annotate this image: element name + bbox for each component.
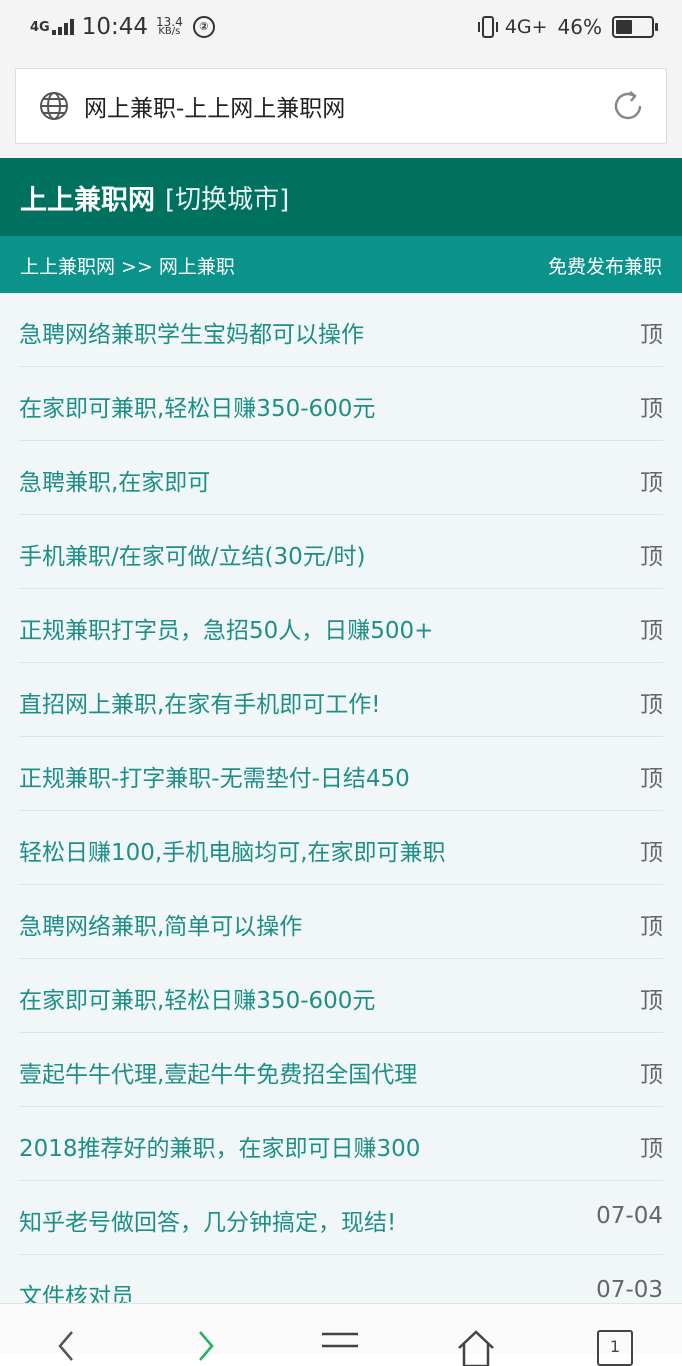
battery-percent: 46%	[557, 15, 602, 39]
job-title[interactable]: 在家即可兼职,轻松日赚350-600元	[19, 981, 375, 1015]
notification-badge-icon: ②	[192, 16, 215, 38]
job-tag: 顶	[640, 470, 663, 496]
job-list-item[interactable]: 急聘兼职,在家即可 顶	[19, 441, 663, 515]
job-list-item[interactable]: 壹起牛牛代理,壹起牛牛免费招全国代理 顶	[19, 1033, 663, 1107]
job-title[interactable]: 轻松日赚100,手机电脑均可,在家即可兼职	[19, 833, 446, 867]
reload-icon[interactable]	[610, 88, 646, 124]
job-tag: 顶	[640, 914, 663, 940]
job-list-item[interactable]: 轻松日赚100,手机电脑均可,在家即可兼职 顶	[19, 811, 663, 885]
job-title[interactable]: 文件核对员	[19, 1277, 134, 1303]
job-title[interactable]: 手机兼职/在家可做/立结(30元/时)	[19, 537, 365, 571]
job-tag: 顶	[640, 1062, 663, 1088]
job-tag: 顶	[640, 544, 663, 570]
globe-icon	[40, 92, 68, 120]
job-title[interactable]: 直招网上兼职,在家有手机即可工作!	[19, 685, 381, 719]
status-left: 4G 10:44 13.4 KB/s ②	[30, 10, 215, 44]
job-tag: 顶	[640, 692, 663, 718]
network-type-left: 4G	[30, 19, 50, 35]
bottom-nav: 1	[0, 1303, 682, 1366]
status-bar: 4G 10:44 13.4 KB/s ② 4G+ 46%	[0, 0, 682, 58]
job-title[interactable]: 急聘网络兼职学生宝妈都可以操作	[19, 315, 364, 349]
job-list-item[interactable]: 2018推荐好的兼职，在家即可日赚300 顶	[19, 1107, 663, 1181]
job-tag: 顶	[640, 766, 663, 792]
job-list-item[interactable]: 急聘网络兼职,简单可以操作 顶	[19, 885, 663, 959]
job-list-item[interactable]: 正规兼职-打字兼职-无需垫付-日结450 顶	[19, 737, 663, 811]
job-tag: 顶	[640, 396, 663, 422]
job-list-item[interactable]: 手机兼职/在家可做/立结(30元/时) 顶	[19, 515, 663, 589]
job-title[interactable]: 急聘兼职,在家即可	[19, 463, 210, 497]
breadcrumb[interactable]: 上上兼职网 >> 网上兼职	[20, 252, 235, 279]
job-title[interactable]: 正规兼职打字员，急招50人，日赚500+	[19, 611, 433, 645]
status-right: 4G+ 46%	[477, 10, 658, 44]
job-list-item[interactable]: 直招网上兼职,在家有手机即可工作! 顶	[19, 663, 663, 737]
job-tag: 07-03	[596, 1277, 663, 1303]
job-title[interactable]: 急聘网络兼职,简单可以操作	[19, 907, 302, 941]
job-list-item[interactable]: 急聘网络兼职学生宝妈都可以操作 顶	[19, 293, 663, 367]
network-type-right: 4G+	[504, 16, 548, 38]
battery-level	[616, 20, 632, 34]
job-list: 急聘网络兼职学生宝妈都可以操作顶在家即可兼职,轻松日赚350-600元顶急聘兼职…	[0, 293, 682, 1303]
network-speed: 13.4 KB/s	[156, 16, 183, 37]
speed-unit: KB/s	[158, 26, 181, 37]
home-icon[interactable]	[456, 1326, 496, 1366]
address-bar[interactable]: 网上兼职-上上网上兼职网	[15, 68, 667, 144]
job-title[interactable]: 壹起牛牛代理,壹起牛牛免费招全国代理	[19, 1055, 417, 1089]
browser-toolbar: 网上兼职-上上网上兼职网	[0, 58, 682, 158]
tabs-button[interactable]: 1	[597, 1330, 633, 1366]
job-list-item[interactable]: 文件核对员 07-03	[19, 1255, 663, 1303]
back-icon[interactable]	[46, 1326, 86, 1366]
job-tag: 顶	[640, 322, 663, 348]
menu-icon[interactable]	[320, 1326, 360, 1366]
job-tag: 顶	[640, 988, 663, 1014]
signal-icon	[51, 19, 74, 35]
breadcrumb-bar: 上上兼职网 >> 网上兼职 免费发布兼职	[0, 236, 682, 293]
job-list-item[interactable]: 知乎老号做回答，几分钟搞定，现结! 07-04	[19, 1181, 663, 1255]
job-tag: 顶	[640, 840, 663, 866]
job-tag: 顶	[640, 618, 663, 644]
job-list-item[interactable]: 在家即可兼职,轻松日赚350-600元 顶	[19, 367, 663, 441]
forward-icon[interactable]	[186, 1326, 226, 1366]
vibrate-icon	[477, 16, 498, 38]
page-title-url[interactable]: 网上兼职-上上网上兼职网	[84, 89, 610, 123]
job-list-item[interactable]: 正规兼职打字员，急招50人，日赚500+ 顶	[19, 589, 663, 663]
job-tag: 顶	[640, 1136, 663, 1162]
job-tag: 07-04	[596, 1203, 663, 1229]
job-list-item[interactable]: 在家即可兼职,轻松日赚350-600元 顶	[19, 959, 663, 1033]
job-title[interactable]: 知乎老号做回答，几分钟搞定，现结!	[19, 1203, 396, 1237]
site-name[interactable]: 上上兼职网	[20, 178, 155, 217]
switch-city-link[interactable]: [切换城市]	[165, 179, 289, 216]
job-title[interactable]: 在家即可兼职,轻松日赚350-600元	[19, 389, 375, 423]
site-header: 上上兼职网 [切换城市]	[0, 158, 682, 236]
job-title[interactable]: 正规兼职-打字兼职-无需垫付-日结450	[19, 759, 410, 793]
job-title[interactable]: 2018推荐好的兼职，在家即可日赚300	[19, 1129, 420, 1163]
clock: 10:44	[81, 14, 149, 40]
publish-job-link[interactable]: 免费发布兼职	[548, 252, 662, 279]
battery-icon	[612, 16, 658, 38]
